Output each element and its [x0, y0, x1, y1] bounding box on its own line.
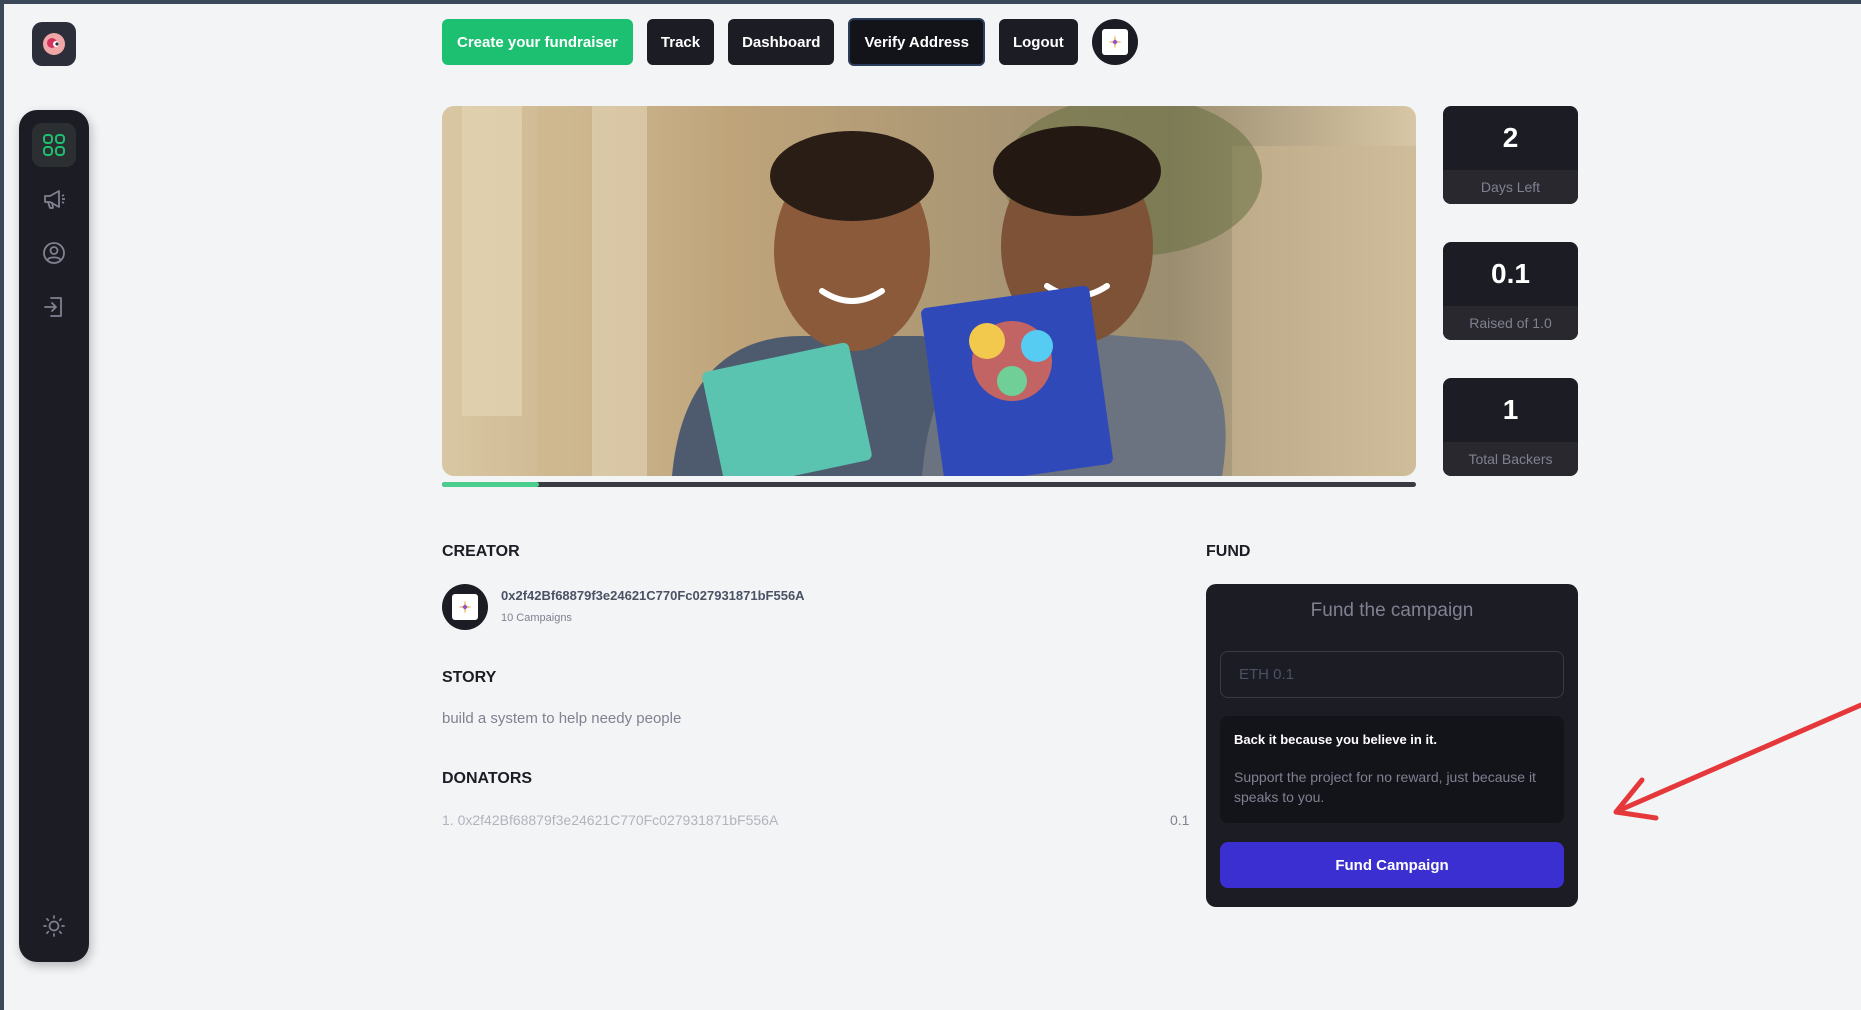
creator-avatar-icon [458, 600, 472, 614]
creator-address: 0x2f42Bf68879f3e24621C770Fc027931871bF55… [501, 588, 805, 603]
campaign-image [442, 106, 1416, 476]
dashboard-button[interactable]: Dashboard [728, 19, 835, 65]
stat-raised: 0.1 Raised of 1.0 [1443, 242, 1578, 340]
logout-icon [44, 297, 62, 317]
campaign-megaphone-icon [44, 190, 65, 209]
story-text: build a system to help needy people [442, 710, 682, 727]
stat-label: Days Left [1443, 170, 1578, 204]
stat-label: Total Backers [1443, 442, 1578, 476]
window-frame-left [0, 0, 4, 1010]
create-fundraiser-button[interactable]: Create your fundraiser [442, 19, 633, 65]
funding-progress-fill [442, 482, 540, 487]
stat-value: 1 [1502, 394, 1519, 425]
donator-entry: 1. 0x2f42Bf68879f3e24621C770Fc027931871b… [442, 812, 779, 828]
window-frame-top [0, 0, 1861, 4]
stat-value: 2 [1502, 122, 1519, 153]
stat-total-backers: 1 Total Backers [1443, 378, 1578, 476]
stat-value: 0.1 [1491, 258, 1530, 289]
wallet-avatar-icon [1107, 35, 1122, 49]
story-heading: STORY [442, 669, 497, 686]
fund-heading: FUND [1206, 543, 1251, 560]
fund-campaign-button[interactable]: Fund Campaign [1220, 842, 1564, 888]
donators-heading: DONATORS [442, 770, 533, 787]
sidebar [19, 110, 89, 962]
logout-button[interactable]: Logout [998, 19, 1078, 65]
fund-card-heading: Fund the campaign [1310, 600, 1474, 621]
logo-icon [43, 33, 65, 55]
track-button[interactable]: Track [646, 19, 715, 65]
theme-sun-icon [43, 915, 65, 937]
believe-title: Back it because you believe in it. [1234, 732, 1438, 747]
dashboard-icon [43, 134, 65, 156]
verify-address-button[interactable]: Verify Address [848, 18, 985, 66]
funding-progress-bar [442, 482, 1416, 487]
stat-label: Raised of 1.0 [1443, 306, 1578, 340]
creator-avatar[interactable] [442, 584, 488, 630]
sidebar-item-logout[interactable] [32, 285, 76, 329]
fund-amount-input[interactable] [1220, 651, 1564, 698]
sidebar-item-campaign[interactable] [32, 177, 76, 221]
sidebar-item-profile[interactable] [32, 231, 76, 275]
logo[interactable] [32, 22, 76, 66]
theme-toggle[interactable] [32, 904, 76, 948]
donator-amount: 0.1 [1170, 812, 1190, 828]
sidebar-item-dashboard[interactable] [32, 123, 76, 167]
creator-heading: CREATOR [442, 543, 520, 560]
creator-campaign-count: 10 Campaigns [501, 612, 572, 624]
believe-text: Support the project for no reward, just … [1234, 769, 1536, 805]
profile-icon [43, 242, 65, 264]
believe-box: Back it because you believe in it. Suppo… [1220, 716, 1564, 823]
stat-days-left: 2 Days Left [1443, 106, 1578, 204]
annotation-arrow-icon [1613, 702, 1861, 821]
top-navigation: Create your fundraiser Track Dashboard V… [442, 18, 1138, 66]
wallet-avatar[interactable] [1091, 19, 1138, 65]
fund-card: Fund the campaign Back it because you be… [1206, 584, 1578, 907]
